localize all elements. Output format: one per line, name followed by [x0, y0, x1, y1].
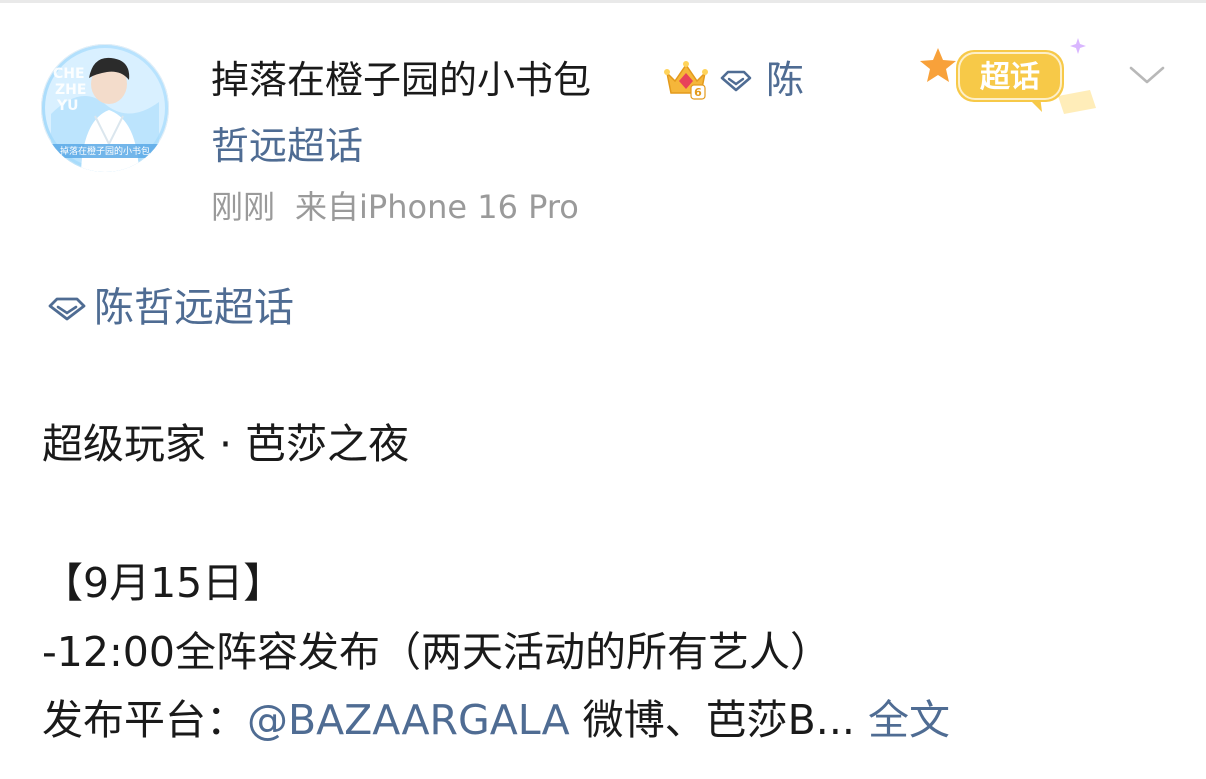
post-title-line: 超级玩家 · 芭莎之夜	[42, 420, 410, 468]
super-topic-diamond-icon	[720, 70, 752, 92]
crown-level-icon[interactable]: 6	[663, 59, 709, 101]
svg-text:CHE: CHE	[53, 66, 85, 82]
svg-text:6: 6	[694, 86, 702, 99]
full-text-link[interactable]: 全文	[855, 696, 950, 744]
username[interactable]: 掉落在橙子园的小书包	[211, 52, 591, 108]
svg-text:掉落在橙子园的小书包: 掉落在橙子园的小书包	[60, 145, 150, 157]
post-source: 来自iPhone 16 Pro	[295, 188, 579, 226]
timestamp: 刚刚	[211, 188, 276, 226]
post-platform-line: 发布平台：@BAZAARGALA 微博、芭莎B... 全文	[42, 692, 950, 748]
platform-label: 发布平台：	[42, 696, 247, 744]
svg-text:超话: 超话	[980, 60, 1040, 95]
super-topic-link-continued[interactable]: 哲远超话	[211, 118, 363, 174]
platform-rest: 微博、芭莎B...	[569, 696, 855, 744]
post-schedule-line: -12:00全阵容发布（两天活动的所有艺人）	[42, 628, 831, 676]
mention-link[interactable]: @BAZAARGALA	[247, 696, 570, 744]
chevron-down-icon[interactable]	[1126, 60, 1168, 90]
svg-text:YU: YU	[56, 98, 79, 114]
super-topic-diamond-icon	[48, 297, 86, 321]
chaohua-badge-icon[interactable]: 超话	[918, 28, 1108, 120]
post-meta: 刚刚 来自iPhone 16 Pro	[211, 185, 579, 229]
avatar[interactable]: 掉落在橙子园的小书包 CHE ZHE YU	[41, 44, 169, 172]
super-topic-link[interactable]: 陈	[766, 52, 804, 108]
post-date-line: 【9月15日】	[42, 559, 285, 607]
top-divider	[0, 0, 1206, 3]
topic-tag-label: 陈哲远超话	[94, 285, 294, 331]
avatar-image: 掉落在橙子园的小书包 CHE ZHE YU	[45, 48, 165, 172]
svg-text:ZHE: ZHE	[55, 82, 86, 98]
